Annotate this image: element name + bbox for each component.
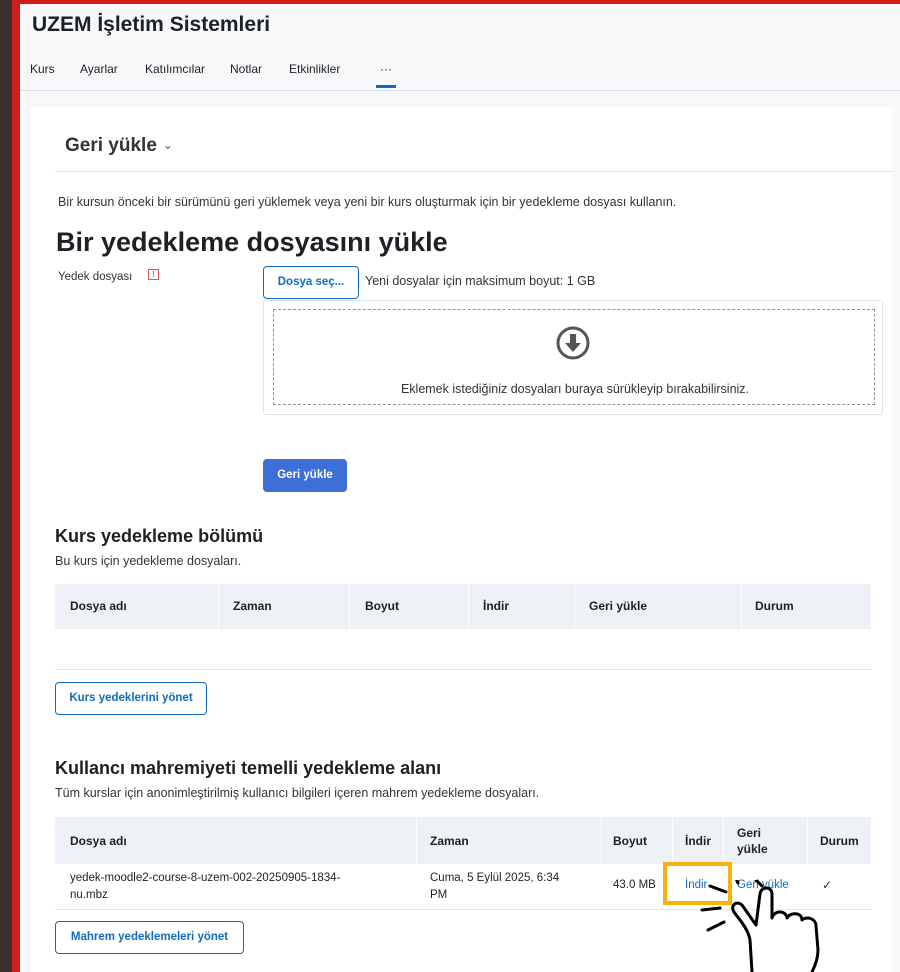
col-status: Durum	[820, 834, 859, 848]
col-size: Boyut	[613, 834, 647, 848]
choose-file-button[interactable]: Dosya seç...	[263, 266, 359, 299]
download-arrow-icon	[556, 326, 590, 360]
tab-activities[interactable]: Etkinlikler	[289, 62, 340, 76]
course-backups-table-header: Dosya adı Zaman Boyut İndir Geri yükle D…	[55, 584, 871, 629]
tab-course[interactable]: Kurs	[30, 62, 55, 76]
course-backups-subtitle: Bu kurs için yedekleme dosyaları.	[55, 554, 242, 568]
dropzone-area[interactable]: Eklemek istediğiniz dosyaları buraya sür…	[273, 309, 875, 405]
col-time: Zaman	[233, 599, 272, 613]
tab-settings[interactable]: Ayarlar	[80, 62, 118, 76]
private-backups-table-header: Dosya adı Zaman Boyut İndir Geri yükle D…	[55, 817, 871, 864]
manage-private-backups-button[interactable]: Mahrem yedeklemeleri yönet	[55, 921, 244, 954]
page: UZEM İşletim Sistemleri Kurs Ayarlar Kat…	[20, 4, 900, 972]
col-restore: Geri yükle	[737, 826, 768, 856]
required-icon: !	[148, 269, 159, 280]
region-title: Geri yükle	[65, 135, 157, 156]
course-backups-table-body	[55, 629, 871, 670]
course-backups-heading: Kurs yedekleme bölümü	[55, 526, 264, 546]
chevron-down-icon: ⌄	[162, 138, 173, 152]
col-size: Boyut	[365, 599, 399, 613]
tab-more[interactable]: ···	[380, 62, 392, 76]
red-border	[12, 0, 20, 972]
col-status: Durum	[755, 599, 794, 613]
col-restore: Geri yükle	[589, 599, 648, 613]
file-dropzone[interactable]: Eklemek istediğiniz dosyaları buraya sür…	[263, 300, 883, 415]
backup-file-label: Yedek dosyası	[58, 271, 133, 283]
course-title: UZEM İşletim Sistemleri	[32, 13, 271, 36]
tab-participants[interactable]: Katılımcılar	[145, 62, 205, 76]
col-time: Zaman	[430, 834, 469, 848]
tab-grades[interactable]: Notlar	[230, 62, 262, 76]
col-filename: Dosya adı	[70, 834, 127, 848]
intro-text: Bir kursun önceki bir sürümünü geri yükl…	[58, 195, 677, 209]
dropzone-text: Eklemek istediğiniz dosyaları buraya sür…	[400, 382, 750, 396]
col-filename: Dosya adı	[70, 599, 127, 613]
pointing-hand-icon	[700, 880, 820, 972]
row-time: Cuma, 5 Eylül 2025, 6:34 PM	[430, 872, 560, 901]
main-card: Geri yükle ⌄ Bir kursun önceki bir sürümü…	[30, 107, 892, 972]
col-download: İndir	[685, 834, 711, 848]
manage-course-backups-button[interactable]: Kurs yedeklerini yönet	[55, 682, 207, 715]
row-filename: yedek-moodle2-course-8-uzem-002-20250905…	[70, 872, 341, 901]
window-edge	[0, 0, 12, 972]
restore-button[interactable]: Geri yükle	[263, 459, 347, 492]
col-download: İndir	[483, 599, 509, 613]
upload-heading: Bir yedekleme dosyasını yükle	[56, 227, 448, 257]
page-header: UZEM İşletim Sistemleri Kurs Ayarlar Kat…	[20, 4, 900, 91]
row-size: 43.0 MB	[613, 879, 656, 891]
private-backups-subtitle: Tüm kurslar için anonimleştirilmiş kulla…	[55, 786, 540, 800]
private-backups-heading: Kullancı mahremiyeti temelli yedekleme a…	[55, 758, 442, 778]
restore-dropdown[interactable]: Geri yükle ⌄	[65, 135, 173, 157]
max-size-text: Yeni dosyalar için maksimum boyut: 1 GB	[365, 274, 596, 288]
divider	[55, 171, 892, 172]
active-tab-indicator	[376, 85, 396, 88]
